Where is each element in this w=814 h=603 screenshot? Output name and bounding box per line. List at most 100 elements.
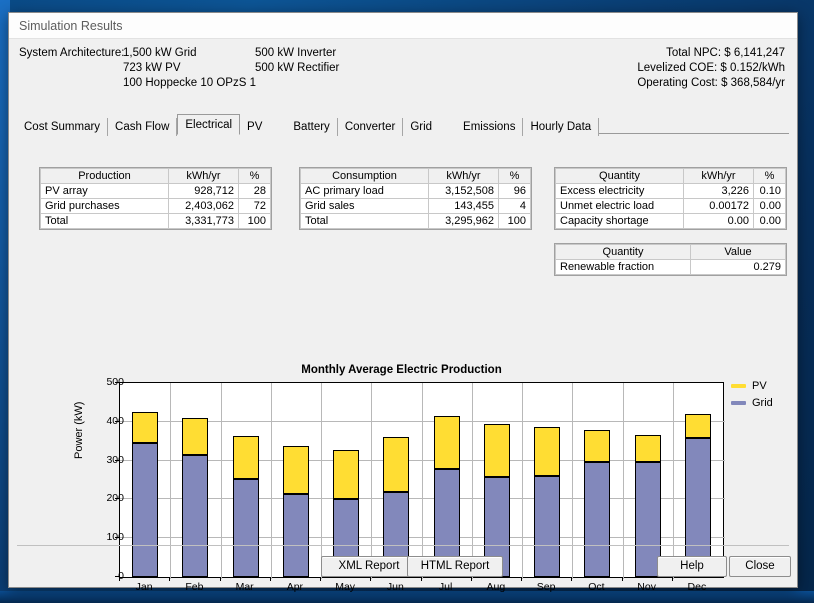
tab-electrical[interactable]: Electrical: [177, 114, 241, 135]
tab-cash-flow[interactable]: Cash Flow: [108, 118, 178, 136]
production-table-wrap: Production kWh/yr% PV array 928,712 28 Grid p…: [39, 167, 272, 230]
bar-segment-pv: [232, 436, 259, 479]
y-axis-tick-label: 100: [106, 531, 124, 544]
y-axis-tick-label: 200: [106, 492, 124, 505]
architecture-item: 500 kW Inverter: [255, 47, 337, 59]
row-value: 96: [498, 183, 531, 199]
legend-swatch: [731, 383, 746, 388]
legend-item: PV: [731, 378, 773, 393]
value-table-wrap: Quantity Value Renewable fraction 0.279: [554, 243, 787, 276]
window-titlebar: Simulation Results: [9, 13, 797, 39]
row-value: 0.00: [753, 213, 786, 229]
total-npc: Total NPC: $ 6,141,247: [666, 47, 785, 59]
tab-pv[interactable]: PV: [240, 118, 287, 136]
row-value: 3,226: [683, 183, 754, 199]
dialog-button-bar: XML Report HTML Report Help Close: [9, 545, 797, 587]
window-client-area: System Architecture: 1,500 kW Grid 723 k…: [9, 39, 797, 593]
table-row: Renewable fraction 0.279: [555, 259, 786, 275]
row-value: 0.00: [683, 213, 754, 229]
row-value: 928,712: [168, 183, 239, 199]
table-row: Grid purchases 2,403,062 72: [40, 198, 271, 214]
close-button[interactable]: Close: [729, 556, 791, 577]
tab-label: Electrical: [185, 119, 233, 131]
y-axis-tick-label: 300: [106, 453, 124, 466]
chart-y-axis-label: Power (kW): [73, 401, 85, 459]
row-label: AC primary load: [300, 183, 429, 199]
architecture-column-1: 1,500 kW Grid 723 kW PV 100 Hoppecke 10 …: [123, 47, 256, 92]
architecture-item: 100 Hoppecke 10 OPzS 1: [123, 77, 256, 89]
tab-grid[interactable]: Grid: [403, 118, 457, 136]
table-row: Unmet electric load 0.00172 0.00: [555, 198, 786, 214]
row-label: Excess electricity: [555, 183, 684, 199]
row-value: 3,331,773: [168, 213, 239, 229]
chart-gridline: [120, 420, 725, 422]
table-row: Total 3,295,962 100: [300, 213, 531, 229]
row-label: Renewable fraction: [555, 259, 691, 275]
row-value: 72: [238, 198, 271, 214]
bar-segment-pv: [534, 427, 561, 476]
row-value: 3,152,508: [428, 183, 499, 199]
bar-segment-pv: [333, 449, 360, 499]
y-axis-tick-label: 500: [106, 376, 124, 388]
y-axis-tick: [115, 420, 119, 422]
architecture-column-2: 500 kW Inverter 500 kW Rectifier: [255, 47, 339, 77]
tab-list: Cost Summary Cash Flow Electrical PV Battery…: [17, 113, 789, 136]
legend-swatch: [731, 400, 746, 405]
bar-segment-pv: [282, 445, 309, 494]
table-row: Capacity shortage 0.00 0.00: [555, 213, 786, 229]
tab-emissions[interactable]: Emissions: [456, 118, 524, 136]
bar-segment-pv: [684, 413, 711, 439]
results-tabstrip: Cost Summary Cash Flow Electrical PV Battery…: [17, 113, 789, 136]
tab-label: Hourly Data: [530, 121, 592, 133]
tab-hourly-data[interactable]: Hourly Data: [523, 118, 600, 136]
column-header: Consumption: [300, 168, 429, 184]
y-axis-tick: [115, 382, 119, 383]
tab-label: Converter: [344, 121, 396, 133]
table-header-row: Consumption kWh/yr%: [300, 168, 531, 184]
column-header: kWh/yr: [428, 168, 499, 184]
tab-battery[interactable]: Battery: [286, 118, 338, 136]
tab-cost-summary[interactable]: Cost Summary: [17, 118, 109, 136]
tab-label: Emissions: [463, 121, 516, 133]
bar-segment-pv: [182, 418, 209, 455]
tab-label: Grid: [410, 121, 433, 133]
table-row: AC primary load 3,152,508 96: [300, 183, 531, 199]
row-value: 0.279: [690, 259, 786, 275]
legend-label: Grid: [752, 396, 773, 409]
architecture-item: 723 kW PV: [123, 62, 181, 74]
legend-item: Grid: [731, 395, 773, 410]
tab-label: Battery: [293, 121, 330, 133]
table-row: PV array 928,712 28: [40, 183, 271, 199]
bar-segment-pv: [433, 415, 460, 469]
html-report-button[interactable]: HTML Report: [407, 556, 503, 577]
xml-report-button[interactable]: XML Report: [321, 556, 417, 577]
table-row: Grid sales 143,455 4: [300, 198, 531, 214]
row-value: 100: [238, 213, 271, 229]
y-axis-tick-label: 400: [106, 414, 124, 427]
consumption-table: Consumption kWh/yr% AC primary load 3,152,5…: [300, 168, 531, 229]
bar-segment-pv: [483, 424, 510, 477]
column-header: kWh/yr: [168, 168, 239, 184]
operating-cost: Operating Cost: $ 368,584/yr: [637, 77, 785, 89]
chart-title: Monthly Average Electric Production: [301, 364, 502, 376]
column-header: %: [753, 168, 786, 184]
column-header: Quantity: [555, 168, 684, 184]
architecture-item: 1,500 kW Grid: [123, 47, 197, 59]
row-label: Grid sales: [300, 198, 429, 214]
simulation-results-window: Simulation Results System Architecture: …: [8, 12, 798, 593]
help-button[interactable]: Help: [657, 556, 727, 577]
quantity-table-wrap: Quantity kWh/yr% Excess electricity 3,226 0.…: [554, 167, 787, 230]
window-title: Simulation Results: [19, 18, 123, 33]
y-axis-tick: [115, 537, 119, 539]
chart-legend: PV Grid: [731, 378, 773, 412]
production-table: Production kWh/yr% PV array 928,712 28 Grid p…: [40, 168, 271, 229]
y-axis-tick: [115, 498, 119, 500]
bar-segment-pv: [383, 436, 410, 493]
tab-converter[interactable]: Converter: [337, 118, 404, 136]
value-table: Quantity Value Renewable fraction 0.279: [555, 244, 786, 275]
architecture-item: 500 kW Rectifier: [255, 62, 340, 74]
bar-segment-pv: [584, 429, 611, 462]
tab-label: PV: [247, 121, 263, 133]
consumption-table-wrap: Consumption kWh/yr% AC primary load 3,152,5…: [299, 167, 532, 230]
column-header: %: [498, 168, 531, 184]
